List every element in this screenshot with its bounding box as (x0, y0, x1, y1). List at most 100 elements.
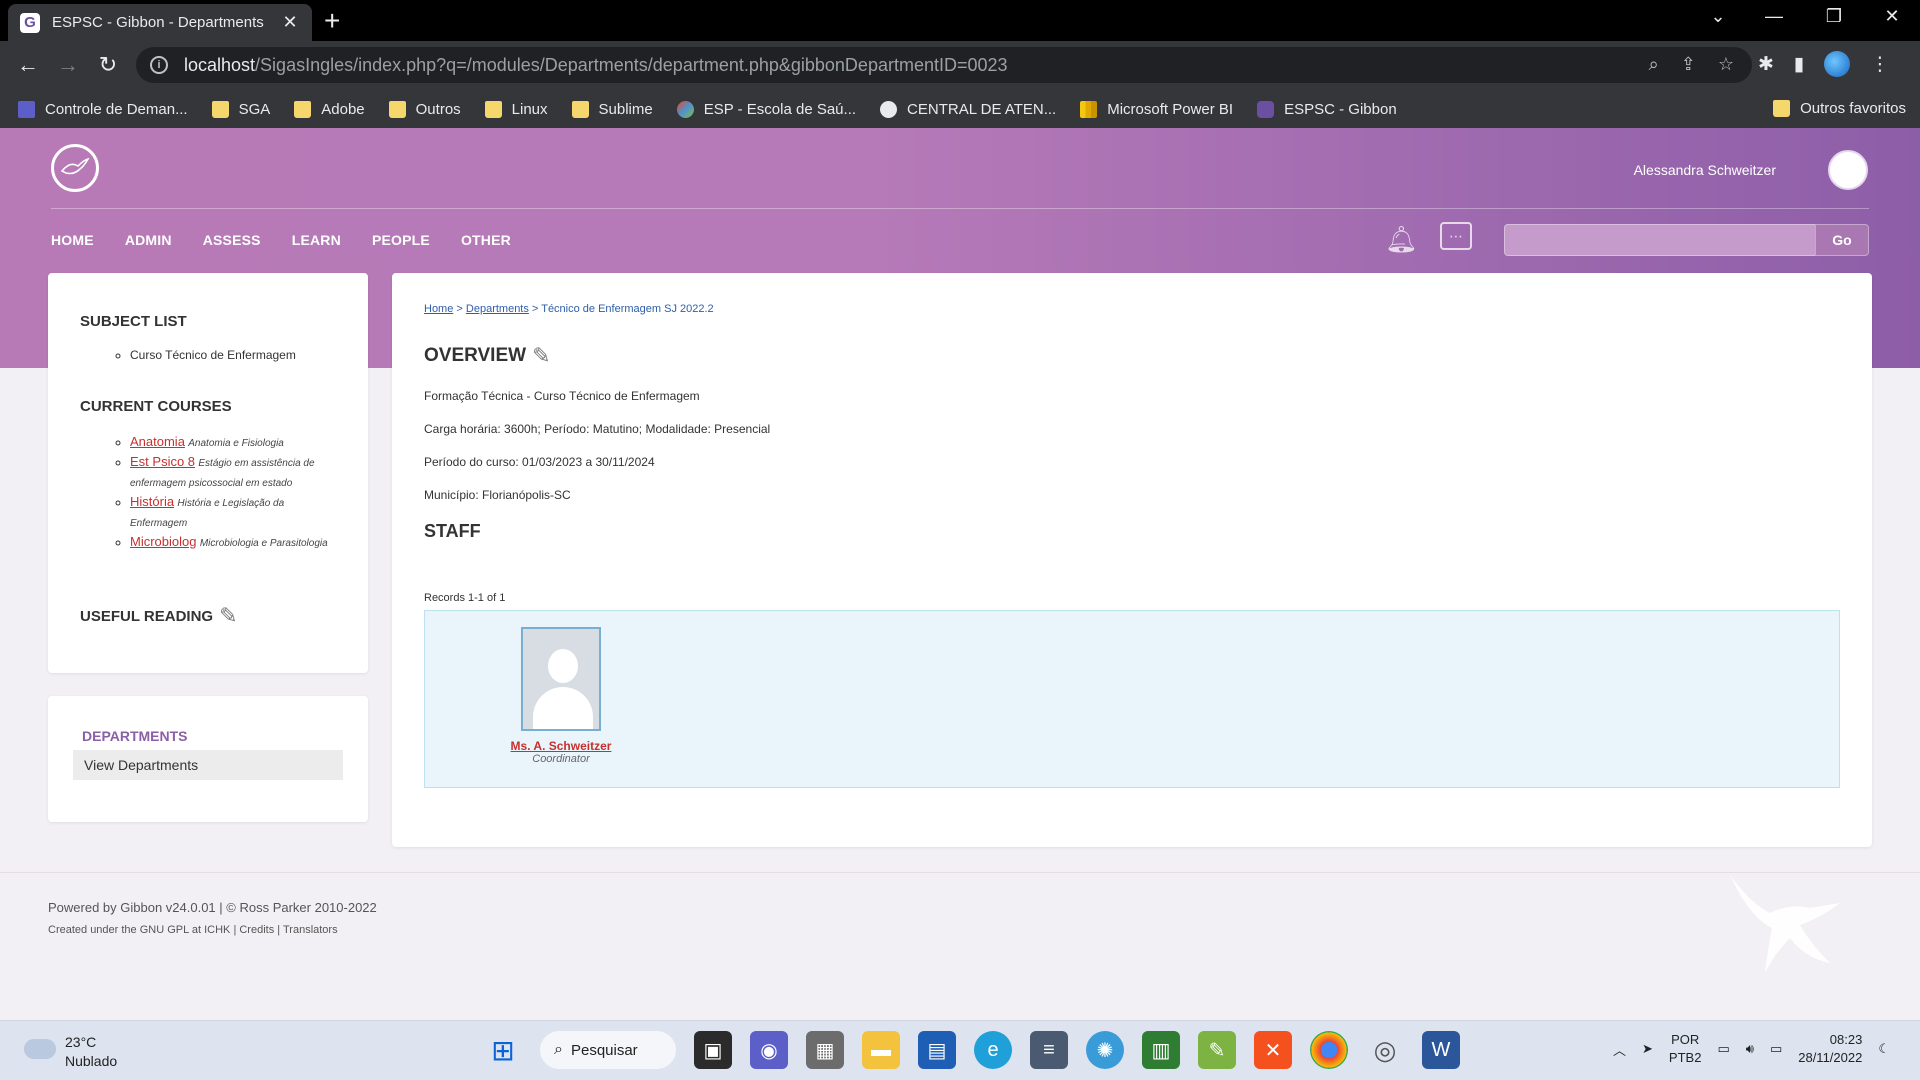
records-count: Records 1-1 of 1 (424, 592, 506, 604)
site-info-icon[interactable]: i (150, 56, 168, 74)
back-arrow-icon[interactable]: ← (14, 51, 42, 79)
bookmark-item[interactable]: ESPSC - Gibbon (1257, 100, 1397, 118)
cloud-icon[interactable] (24, 1039, 56, 1059)
microsoft-store-icon[interactable]: ▤ (918, 1031, 956, 1069)
minimize-icon[interactable]: — (1762, 6, 1786, 27)
image-editor-icon[interactable]: ✎ (1198, 1031, 1236, 1069)
course-name: Anatomia e Fisiologia (188, 438, 284, 449)
taskbar-search[interactable]: ⌕ Pesquisar (540, 1031, 676, 1069)
notifications-moon-icon[interactable]: ☾ (1878, 1041, 1890, 1057)
user-avatar[interactable] (1828, 150, 1868, 190)
bookmark-item[interactable]: Microsoft Power BI (1080, 100, 1233, 118)
edge-icon[interactable]: e (974, 1031, 1012, 1069)
nav-learn[interactable]: LEARN (292, 232, 341, 248)
bookmark-item[interactable]: Linux (484, 100, 548, 118)
browser-menu-icon[interactable]: ⋮ (1870, 53, 1889, 76)
breadcrumb-home[interactable]: Home (424, 303, 453, 315)
list-item: Microbiolog Microbiologia e Parasitologi… (130, 533, 336, 553)
subject-list-heading: SUBJECT LIST (80, 313, 187, 330)
new-tab-icon[interactable]: + (324, 6, 340, 36)
share-icon[interactable]: ⇪ (1681, 54, 1696, 75)
bookmark-item[interactable]: Sublime (571, 100, 653, 118)
nav-other[interactable]: OTHER (461, 232, 511, 248)
folder-icon (388, 100, 406, 118)
profile-avatar-icon[interactable] (1824, 51, 1851, 77)
clock-time: 08:23 (1829, 1032, 1863, 1047)
bookmark-item[interactable]: Outros (388, 100, 461, 118)
staff-photo-placeholder-icon[interactable] (521, 627, 601, 731)
zoom-icon[interactable]: ⌕ (1649, 54, 1659, 75)
user-name[interactable]: Alessandra Schweitzer (1634, 162, 1776, 178)
course-link[interactable]: Microbiolog (130, 534, 196, 549)
file-explorer-icon[interactable]: ▬ (862, 1031, 900, 1069)
bookmark-item[interactable]: CENTRAL DE ATEN... (880, 100, 1056, 118)
database-tool-icon[interactable]: ≡ (1030, 1031, 1068, 1069)
current-courses-heading: CURRENT COURSES (80, 398, 232, 415)
bookmark-item[interactable]: Adobe (294, 100, 365, 118)
staff-heading: STAFF (424, 521, 481, 541)
language-indicator[interactable]: POR PTB2 (1669, 1031, 1702, 1067)
xampp-icon[interactable]: ✕ (1254, 1031, 1292, 1069)
browser-tab[interactable]: G ESPSC - Gibbon - Departments ✕ (8, 4, 312, 41)
tray-chevron-up-icon[interactable]: ︿ (1613, 1040, 1626, 1059)
search-input[interactable] (1504, 224, 1816, 256)
reload-icon[interactable]: ↻ (94, 51, 122, 79)
close-tab-icon[interactable]: ✕ (280, 12, 300, 33)
nav-people[interactable]: PEOPLE (372, 232, 430, 248)
message-wall-icon[interactable]: ⋯ (1440, 222, 1472, 250)
bookmark-item[interactable]: ESP - Escola de Saú... (676, 100, 856, 118)
url-text[interactable]: localhost/SigasIngles/index.php?q=/modul… (184, 55, 1008, 76)
overview-line: Formação Técnica - Curso Técnico de Enfe… (424, 389, 700, 403)
course-link[interactable]: Est Psico 8 (130, 454, 195, 469)
weather-temperature[interactable]: 23°C (65, 1034, 96, 1050)
calculator-icon[interactable]: ▦ (806, 1031, 844, 1069)
header-divider (51, 208, 1869, 209)
view-departments-link[interactable]: View Departments (73, 750, 343, 780)
url-omnibox[interactable]: i localhost/SigasIngles/index.php?q=/mod… (136, 47, 1752, 83)
forward-arrow-icon[interactable]: → (54, 51, 82, 79)
word-icon[interactable]: W (1422, 1031, 1460, 1069)
windows-start-icon[interactable]: ⊞ (484, 1031, 522, 1069)
network-icon[interactable]: ▭ (1717, 1041, 1729, 1057)
tab-search-chevron-icon[interactable]: ⌄ (1706, 6, 1730, 27)
other-bookmarks[interactable]: Outros favoritos (1773, 100, 1906, 117)
volume-icon[interactable]: 🔊︎ (1746, 1041, 1754, 1057)
list-item: Est Psico 8 Estágio em assistência de en… (130, 453, 336, 493)
nav-home[interactable]: HOME (51, 232, 94, 248)
system-clock[interactable]: 08:23 28/11/2022 (1798, 1031, 1862, 1067)
nav-admin[interactable]: ADMIN (125, 232, 172, 248)
notification-bell-icon[interactable]: 🔔︎ (1385, 224, 1418, 255)
edit-pencil-icon[interactable]: ✎ (532, 343, 550, 369)
bookmark-item[interactable]: SGA (211, 100, 270, 118)
overview-heading: OVERVIEW ✎ (424, 343, 1840, 369)
battery-icon[interactable]: ▭ (1770, 1041, 1782, 1057)
page-content: Alessandra Schweitzer HOME ADMIN ASSESS … (0, 128, 1920, 1020)
breadcrumb-departments[interactable]: Departments (466, 303, 529, 315)
sidebar-department-info: SUBJECT LIST Curso Técnico de Enfermagem… (48, 273, 368, 673)
task-view-icon[interactable]: ▣ (694, 1031, 732, 1069)
clock-date: 28/11/2022 (1798, 1050, 1863, 1065)
extensions-puzzle-icon[interactable]: ✱ (1758, 53, 1774, 76)
edit-pencil-icon[interactable]: ✎ (219, 603, 237, 629)
gibbon-logo-icon[interactable] (51, 144, 99, 192)
obs-icon[interactable]: ◎ (1366, 1031, 1404, 1069)
weather-description[interactable]: Nublado (65, 1053, 117, 1069)
powerbi-icon (1080, 100, 1098, 118)
staff-name-link[interactable]: Ms. A. Schweitzer (501, 739, 621, 753)
course-link[interactable]: História (130, 494, 174, 509)
terminal-app-icon[interactable]: ▥ (1142, 1031, 1180, 1069)
teams-chat-icon[interactable]: ◉ (750, 1031, 788, 1069)
chrome-icon[interactable] (1310, 1031, 1348, 1069)
person-body (533, 687, 593, 729)
close-window-icon[interactable]: ✕ (1880, 6, 1904, 27)
breadcrumb: Home > Departments > Técnico de Enfermag… (424, 303, 714, 315)
search-go-button[interactable]: Go (1815, 224, 1869, 256)
bookmark-item[interactable]: Controle de Deman... (18, 100, 188, 118)
network-app-icon[interactable]: ✺ (1086, 1031, 1124, 1069)
restore-icon[interactable]: ❐ (1822, 6, 1846, 27)
location-icon[interactable]: ➤ (1642, 1041, 1653, 1057)
bookmark-star-icon[interactable]: ☆ (1718, 54, 1734, 75)
side-panel-icon[interactable]: ▮ (1794, 53, 1804, 76)
course-link[interactable]: Anatomia (130, 434, 185, 449)
nav-assess[interactable]: ASSESS (203, 232, 261, 248)
